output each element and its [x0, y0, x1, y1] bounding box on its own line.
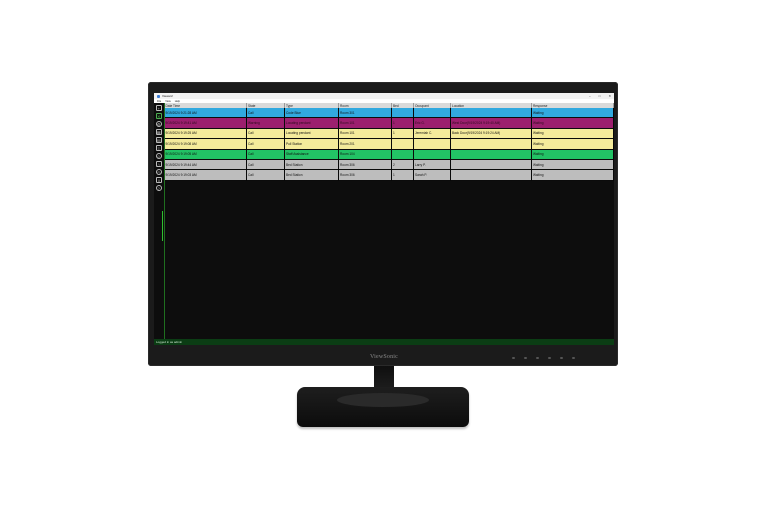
- table-cell: [450, 159, 532, 171]
- left-toolbar: + ✕ ⚙ ▦ ▤ ≡ ☺ △ ◷ ॥ ?: [154, 103, 165, 339]
- table-cell: Room 306: [338, 169, 392, 181]
- warning-icon[interactable]: △: [155, 161, 162, 167]
- table-cell: Call: [246, 169, 285, 181]
- table-cell: [413, 108, 451, 119]
- window-title: Viewer2: [162, 94, 173, 98]
- table-row[interactable]: 9/19/2024 9:19:05 AM Call Staff Assistance…: [164, 149, 614, 160]
- table-cell: Waiting: [531, 138, 614, 150]
- table-cell: [413, 138, 451, 150]
- table-cell: 9/19/2024 9:19:25 AM: [164, 128, 247, 140]
- toolbar-indicator: [162, 211, 163, 241]
- screen: Viewer2 – □ ✕ File View Help + ✕ ⚙ ▦ ▤ ≡…: [154, 93, 614, 345]
- monitor-button: [536, 357, 539, 359]
- table-cell: 1: [391, 117, 414, 129]
- monitor-brand-logo: ViewSonic: [369, 354, 399, 360]
- table-cell: Warning: [246, 117, 285, 129]
- main-area: + ✕ ⚙ ▦ ▤ ≡ ☺ △ ◷ ॥ ? Date Time State Type…: [154, 103, 614, 339]
- table-cell: Pull Station: [284, 138, 339, 150]
- monitor-button: [512, 357, 515, 359]
- table-cell: [413, 149, 451, 160]
- table-cell: Bed Station: [284, 159, 339, 171]
- table-cell: Waiting: [531, 149, 614, 160]
- table-cell: 1: [391, 169, 414, 181]
- table-cell: Call: [246, 159, 285, 171]
- table-cell: Waiting: [531, 108, 614, 119]
- table-row[interactable]: 9/19/2024 9:19:25 AM Call Locating pendant…: [164, 128, 614, 140]
- table-cell: Room 104: [338, 149, 392, 160]
- table-cell: [450, 138, 532, 150]
- table-cell: Jeremiah C.: [413, 128, 451, 140]
- table-cell: Locating pendant: [284, 117, 339, 129]
- chart-icon[interactable]: ▤: [155, 137, 162, 143]
- table-cell: [450, 108, 532, 119]
- table-cell: Eric G.: [413, 117, 451, 129]
- minimize-button[interactable]: –: [589, 94, 591, 98]
- app-icon: [157, 94, 160, 98]
- table-cell: [391, 138, 414, 150]
- monitor-power-button: [572, 357, 575, 359]
- tools-icon[interactable]: ✕: [155, 113, 162, 119]
- table-cell: Locating pendant: [284, 128, 339, 140]
- table-cell: Room 306: [338, 159, 392, 171]
- table-row[interactable]: 9/19/2024 9:19:08 AM Call Pull Station Room…: [164, 138, 614, 150]
- monitor-stand-base: [297, 387, 469, 427]
- table-cell: Larry P.: [413, 159, 451, 171]
- table-cell: 1: [391, 128, 414, 140]
- maximize-button[interactable]: □: [599, 94, 601, 98]
- table-row[interactable]: 9/19/2024 9:19:44 AM Call Bed Station Room …: [164, 159, 614, 171]
- table-cell: Waiting: [531, 169, 614, 181]
- alarm-grid: Date Time State Type Room Bed Occupant Locatio…: [164, 103, 614, 339]
- status-bar: Logged in as admin: [154, 339, 614, 345]
- table-cell: Room 101: [338, 128, 392, 140]
- table-row[interactable]: 9/19/2024 9:19:03 AM Call Bed Station Room …: [164, 169, 614, 181]
- table-cell: [391, 108, 414, 119]
- alarm-table: Date Time State Type Room Bed Occupant Locatio…: [164, 103, 614, 181]
- table-cell: Room 101: [338, 117, 392, 129]
- table-cell: 9/19/2024 9:21:28 AM: [164, 108, 247, 119]
- table-cell: 9/19/2024 9:19:03 AM: [164, 169, 247, 181]
- pause-icon[interactable]: ॥: [155, 177, 162, 183]
- table-cell: Call: [246, 138, 285, 150]
- table-cell: 9/19/2024 9:19:05 AM: [164, 149, 247, 160]
- table-cell: [450, 149, 532, 160]
- table-cell: Staff Assistance: [284, 149, 339, 160]
- calendar-icon[interactable]: ▦: [155, 129, 162, 135]
- table-cell: Room 301: [338, 108, 392, 119]
- monitor-button: [524, 357, 527, 359]
- table-cell: Room 201: [338, 138, 392, 150]
- table-cell: Bed Station: [284, 169, 339, 181]
- table-cell: Back Door(9/19/2024 9:19:24 AM): [450, 128, 532, 140]
- table-cell: Call: [246, 108, 285, 119]
- table-cell: Sarah P.: [413, 169, 451, 181]
- table-cell: [391, 149, 414, 160]
- table-cell: Call: [246, 149, 285, 160]
- monitor-hardware-buttons: [512, 357, 575, 359]
- monitor-button: [548, 357, 551, 359]
- add-icon[interactable]: +: [155, 105, 162, 111]
- table-cell: Waiting: [531, 128, 614, 140]
- document-icon[interactable]: ≡: [155, 145, 162, 151]
- table-cell: 2: [391, 159, 414, 171]
- table-cell: 9/19/2024 9:19:08 AM: [164, 138, 247, 150]
- stand-base-detail: [337, 393, 429, 407]
- settings-icon[interactable]: ⚙: [155, 121, 162, 127]
- table-cell: Waiting: [531, 159, 614, 171]
- table-row[interactable]: 9/19/2024 9:19:41 AM Warning Locating pend…: [164, 117, 614, 129]
- group-icon[interactable]: ☺: [155, 153, 162, 159]
- monitor-button: [560, 357, 563, 359]
- table-cell: 9/19/2024 9:19:41 AM: [164, 117, 247, 129]
- clock-icon[interactable]: ◷: [155, 169, 162, 175]
- table-cell: Call: [246, 128, 285, 140]
- table-cell: Code Blue: [284, 108, 339, 119]
- table-cell: Waiting: [531, 117, 614, 129]
- help-icon[interactable]: ?: [155, 185, 162, 191]
- close-button[interactable]: ✕: [608, 94, 611, 98]
- table-cell: [450, 169, 532, 181]
- table-cell: 9/19/2024 9:19:44 AM: [164, 159, 247, 171]
- table-row[interactable]: 9/19/2024 9:21:28 AM Call Code Blue Room 30…: [164, 108, 614, 119]
- table-cell: West Door(9/19/2024 9:19:40 AM): [450, 117, 532, 129]
